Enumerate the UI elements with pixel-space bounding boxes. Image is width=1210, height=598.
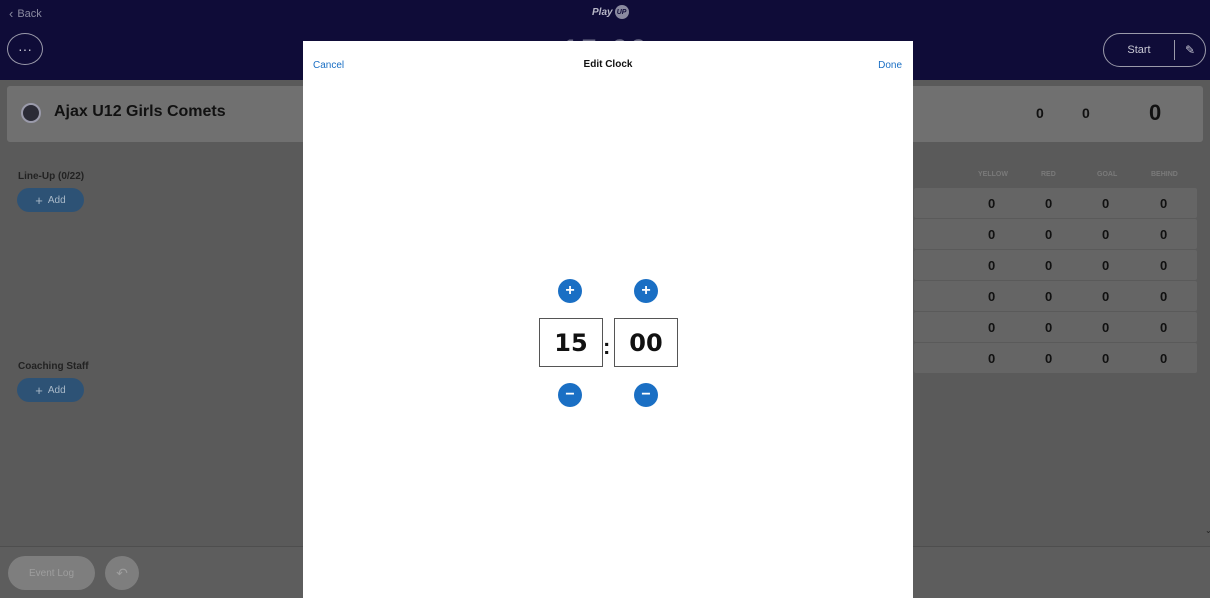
add-coach-label: Add — [47, 384, 66, 396]
logo-badge: UP — [614, 5, 629, 19]
table-row: 0 0 0 0 — [914, 343, 1197, 373]
minutes-field[interactable]: 15 — [539, 318, 603, 367]
back-label: Back — [17, 7, 42, 20]
coaching-staff-title: Coaching Staff — [18, 361, 89, 372]
plus-icon: + — [565, 282, 575, 299]
table-row: 0 0 0 0 — [914, 281, 1197, 311]
stat-header-red: RED — [1041, 171, 1056, 178]
table-row: 0 0 0 0 — [914, 250, 1197, 280]
minutes-increment-button[interactable]: + — [558, 279, 582, 303]
undo-icon[interactable]: ↶ — [105, 556, 139, 590]
stat-behind: 0 — [1160, 320, 1168, 335]
stat-behind: 0 — [1160, 196, 1168, 211]
score-behinds: 0 — [1082, 105, 1090, 121]
logo-text: Play — [592, 6, 613, 18]
stat-red: 0 — [1045, 196, 1053, 211]
edit-clock-modal: Edit Clock Cancel Done + + 15 : 00 − − — [303, 41, 913, 598]
table-row: 0 0 0 0 — [914, 188, 1197, 218]
lineup-title: Line-Up (0/22) — [18, 171, 85, 182]
stat-behind: 0 — [1160, 258, 1168, 273]
stat-yellow: 0 — [988, 320, 996, 335]
score-goals: 0 — [1036, 105, 1044, 121]
stat-behind: 0 — [1160, 351, 1168, 366]
stat-yellow: 0 — [988, 227, 996, 242]
stat-header-yellow: YELLOW — [978, 171, 1008, 178]
more-options-button[interactable]: ··· — [7, 33, 43, 65]
add-player-label: Add — [47, 194, 66, 206]
start-label[interactable]: Start — [1104, 44, 1174, 56]
stat-behind: 0 — [1160, 227, 1168, 242]
chevron-left-icon: ‹ — [9, 6, 14, 21]
stat-red: 0 — [1045, 227, 1053, 242]
stat-red: 0 — [1045, 289, 1053, 304]
app-logo: Play UP — [592, 5, 629, 19]
stat-header-goal: GOAL — [1097, 171, 1118, 178]
table-row: 0 0 0 0 — [914, 219, 1197, 249]
done-button[interactable]: Done — [878, 60, 902, 71]
stat-red: 0 — [1045, 351, 1053, 366]
stat-yellow: 0 — [988, 351, 996, 366]
add-player-button[interactable]: + Add — [17, 188, 84, 212]
event-log-button[interactable]: Event Log — [8, 556, 95, 590]
seconds-field[interactable]: 00 — [614, 318, 678, 367]
modal-title: Edit Clock — [583, 59, 633, 70]
team-logo-icon — [21, 103, 41, 123]
stat-goal: 0 — [1102, 289, 1110, 304]
pencil-edit-icon[interactable]: ✎ — [1175, 43, 1205, 57]
team-name: Ajax U12 Girls Comets — [54, 103, 226, 120]
plus-icon: + — [35, 192, 43, 208]
cancel-button[interactable]: Cancel — [313, 60, 344, 71]
stat-goal: 0 — [1102, 351, 1110, 366]
stat-red: 0 — [1045, 258, 1053, 273]
start-clock-button[interactable]: Start ✎ — [1103, 33, 1206, 67]
stat-red: 0 — [1045, 320, 1053, 335]
plus-icon: + — [35, 382, 43, 398]
back-button[interactable]: ‹ Back — [9, 6, 42, 21]
stat-yellow: 0 — [988, 258, 996, 273]
stat-goal: 0 — [1102, 320, 1110, 335]
stat-goal: 0 — [1102, 227, 1110, 242]
minutes-decrement-button[interactable]: − — [558, 383, 582, 407]
stat-behind: 0 — [1160, 289, 1168, 304]
stat-yellow: 0 — [988, 196, 996, 211]
add-coach-button[interactable]: + Add — [17, 378, 84, 402]
scroll-down-icon[interactable]: ⌄ — [1205, 526, 1210, 535]
time-separator: : — [603, 334, 611, 359]
stat-yellow: 0 — [988, 289, 996, 304]
stat-goal: 0 — [1102, 258, 1110, 273]
score-total: 0 — [1149, 100, 1162, 125]
seconds-decrement-button[interactable]: − — [634, 383, 658, 407]
minus-icon: − — [565, 386, 575, 403]
seconds-increment-button[interactable]: + — [634, 279, 658, 303]
stat-header-behind: BEHIND — [1151, 171, 1178, 178]
stat-goal: 0 — [1102, 196, 1110, 211]
minus-icon: − — [641, 386, 651, 403]
table-row: 0 0 0 0 — [914, 312, 1197, 342]
plus-icon: + — [641, 282, 651, 299]
